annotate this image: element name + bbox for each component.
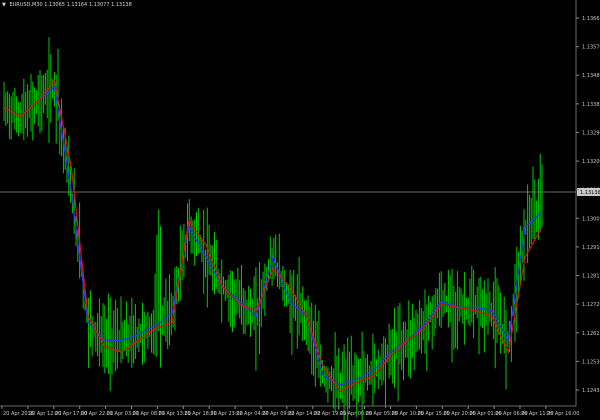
price-tick-label: 1.12910: [582, 245, 600, 251]
price-tick-label: 1.13480: [582, 73, 600, 79]
time-tick-label: 26 Apr 16:00: [547, 411, 580, 417]
price-tick-label: 1.12720: [582, 302, 600, 308]
price-chart[interactable]: 1.13138 1.136651.135701.134801.133851.13…: [0, 0, 600, 420]
price-tick-label: 1.13665: [582, 16, 600, 22]
price-scale: 1.13665 1.13570 1.13480 1.13385 1.13290 1.132…: [575, 0, 600, 406]
current-price-line: 1.13138: [0, 188, 600, 196]
time-scale: 20 Apr 201620 Apr 12:0020 Apr 17:0020 Ap…: [0, 405, 580, 417]
price-tick-label: 1.12435: [582, 388, 600, 394]
price-tick-label: 1.13105: [582, 188, 600, 194]
price-tick-label: 1.13200: [582, 159, 600, 165]
price-tick-label: 1.13385: [582, 102, 600, 108]
chart-window[interactable]: ▼ EURUSD,M30 1.13065 1.13164 1.13077 1.1…: [0, 0, 600, 420]
price-tick-label: 1.12625: [582, 331, 600, 337]
candle-bars: [3, 37, 543, 420]
price-tick-label: 1.13290: [582, 130, 600, 136]
price-tick-label: 1.13005: [582, 216, 600, 222]
ma-slow-line: [3, 79, 543, 392]
price-tick-label: 1.12815: [582, 274, 600, 280]
price-tick-label: 1.12530: [582, 359, 600, 365]
ma-fast-line: [3, 85, 543, 386]
price-tick-label: 1.13570: [582, 45, 600, 51]
moving-averages: [3, 79, 543, 392]
